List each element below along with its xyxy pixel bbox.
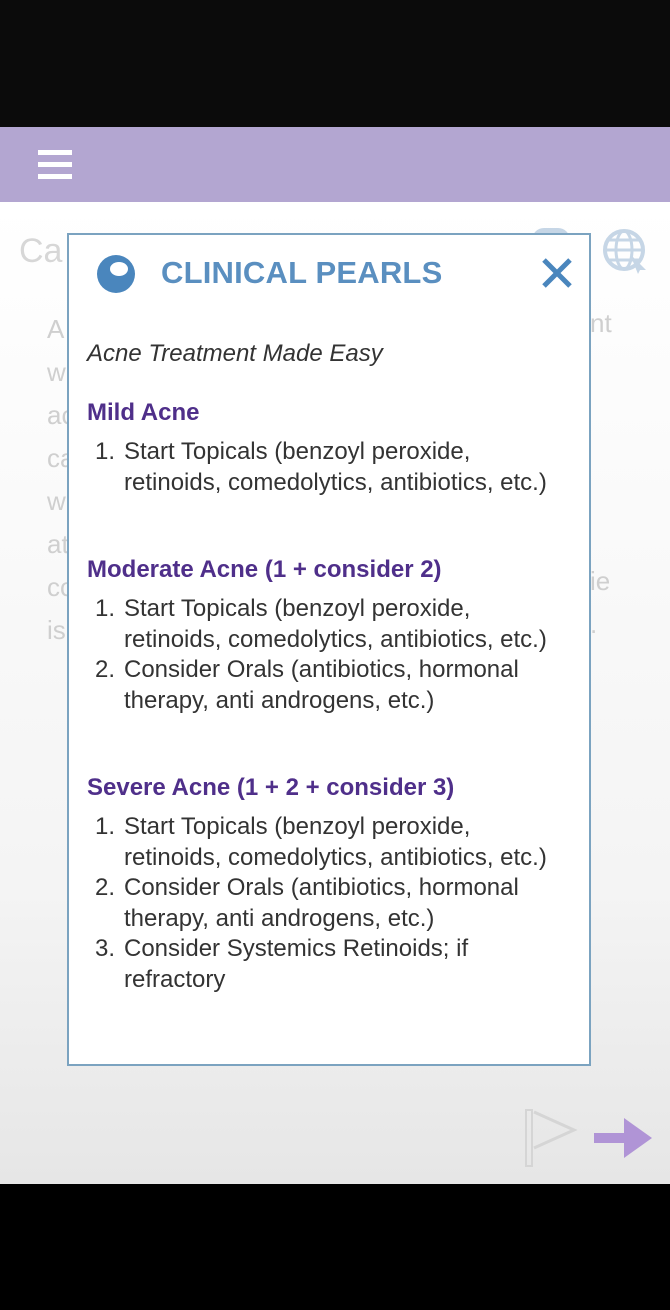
close-icon[interactable] — [539, 255, 575, 291]
clinical-pearls-dialog: CLINICAL PEARLS Acne Treatment Made Easy… — [67, 233, 591, 1066]
hamburger-menu-icon[interactable] — [38, 150, 72, 180]
list-item: 2. Consider Orals (antibiotics, hormonal … — [95, 656, 519, 714]
section-title-mild: Mild Acne — [87, 399, 200, 426]
page-title-background: Ca — [19, 232, 63, 270]
moderate-acne-list: 1. Start Topicals (benzoyl peroxide, reti… — [87, 594, 557, 716]
app-header — [0, 127, 670, 202]
section-title-moderate: Moderate Acne (1 + consider 2) — [87, 556, 442, 583]
background-text-right: ie — [590, 566, 611, 596]
dialog-title: CLINICAL PEARLS — [161, 255, 443, 290]
dialog-subtitle: Acne Treatment Made Easy — [87, 340, 383, 367]
navigation-bar-area — [0, 1184, 670, 1310]
status-bar-area — [0, 0, 670, 127]
list-item: 3. Consider Systemics Retinoids; if refra… — [95, 935, 469, 993]
next-arrow-icon[interactable] — [594, 1116, 654, 1160]
list-item: 1. Start Topicals (benzoyl peroxide, reti… — [95, 438, 547, 496]
background-text-right: nt — [590, 308, 612, 338]
pearl-icon — [97, 255, 135, 293]
list-item: 2. Consider Orals (antibiotics, hormonal … — [95, 874, 519, 932]
globe-link-icon[interactable] — [602, 228, 650, 276]
mild-acne-list: 1. Start Topicals (benzoyl peroxide, reti… — [87, 437, 557, 498]
background-text-right: . — [590, 609, 598, 639]
flag-icon[interactable] — [520, 1108, 578, 1170]
list-item: 1. Start Topicals (benzoyl peroxide, reti… — [95, 595, 547, 653]
section-title-severe: Severe Acne (1 + 2 + consider 3) — [87, 774, 455, 801]
severe-acne-list: 1. Start Topicals (benzoyl peroxide, reti… — [87, 812, 557, 995]
list-item: 1. Start Topicals (benzoyl peroxide, reti… — [95, 813, 547, 871]
